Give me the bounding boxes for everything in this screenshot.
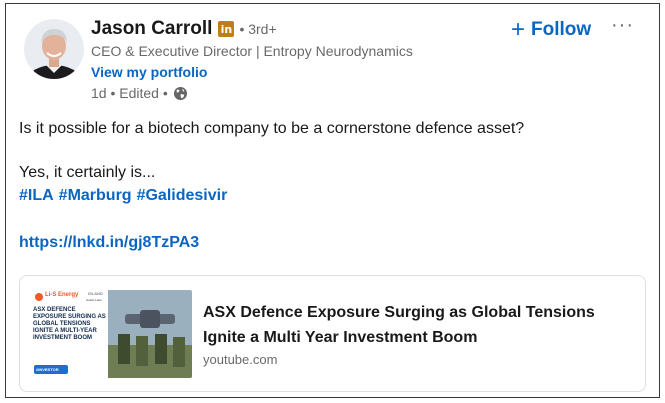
post-text-line-2: Yes, it certainly is... — [19, 164, 156, 181]
thumb-tag: #INVESTOR — [36, 367, 59, 372]
thumb-brand-3: Austin Lane — [86, 298, 102, 302]
premium-badge-icon: in — [218, 21, 235, 37]
author-headline: CEO & Executive Director | Entropy Neuro… — [91, 43, 413, 59]
post-meta: 1d • Edited • — [91, 85, 188, 101]
post-text-line-1: Is it possible for a biotech company to … — [19, 120, 525, 137]
more-options-icon[interactable]: ··· — [611, 14, 634, 37]
post-card: Jason Carroll in • 3rd+ CEO & Executive … — [5, 3, 660, 398]
follow-label: Follow — [531, 19, 592, 40]
plus-icon: + — [511, 16, 526, 43]
author-name[interactable]: Jason Carroll — [91, 18, 212, 40]
globe-icon — [173, 86, 188, 101]
follow-button[interactable]: + Follow — [511, 18, 591, 42]
preview-title[interactable]: ASX Defence Exposure Surging as Global T… — [203, 300, 638, 350]
preview-source: youtube.com — [203, 352, 278, 367]
author-name-row: Jason Carroll in • 3rd+ — [91, 18, 277, 40]
avatar[interactable] — [24, 19, 84, 79]
thumb-brand: Li-S Energy — [45, 292, 79, 298]
link-preview-card[interactable]: Li-S Energy ISLAND Austin Lane ASX DEFEN… — [19, 275, 646, 392]
preview-thumbnail[interactable]: Li-S Energy ISLAND Austin Lane ASX DEFEN… — [30, 290, 192, 378]
connection-degree: • 3rd+ — [239, 21, 277, 37]
post-link[interactable]: https://lnkd.in/gj8TzPA3 — [19, 234, 199, 252]
view-portfolio-link[interactable]: View my portfolio — [91, 64, 207, 80]
hashtag-list: #ILA #Marburg #Galidesivir — [19, 187, 227, 205]
post-timestamp: 1d • Edited • — [91, 85, 168, 101]
hashtag-marburg[interactable]: #Marburg — [59, 187, 132, 205]
thumb-brand-2: ISLAND — [88, 291, 103, 296]
hashtag-ila[interactable]: #ILA — [19, 187, 54, 205]
hashtag-galidesivir[interactable]: #Galidesivir — [137, 187, 228, 205]
thumb-headline: ASX DEFENCE EXPOSURE SURGING AS GLOBAL T… — [33, 307, 106, 341]
